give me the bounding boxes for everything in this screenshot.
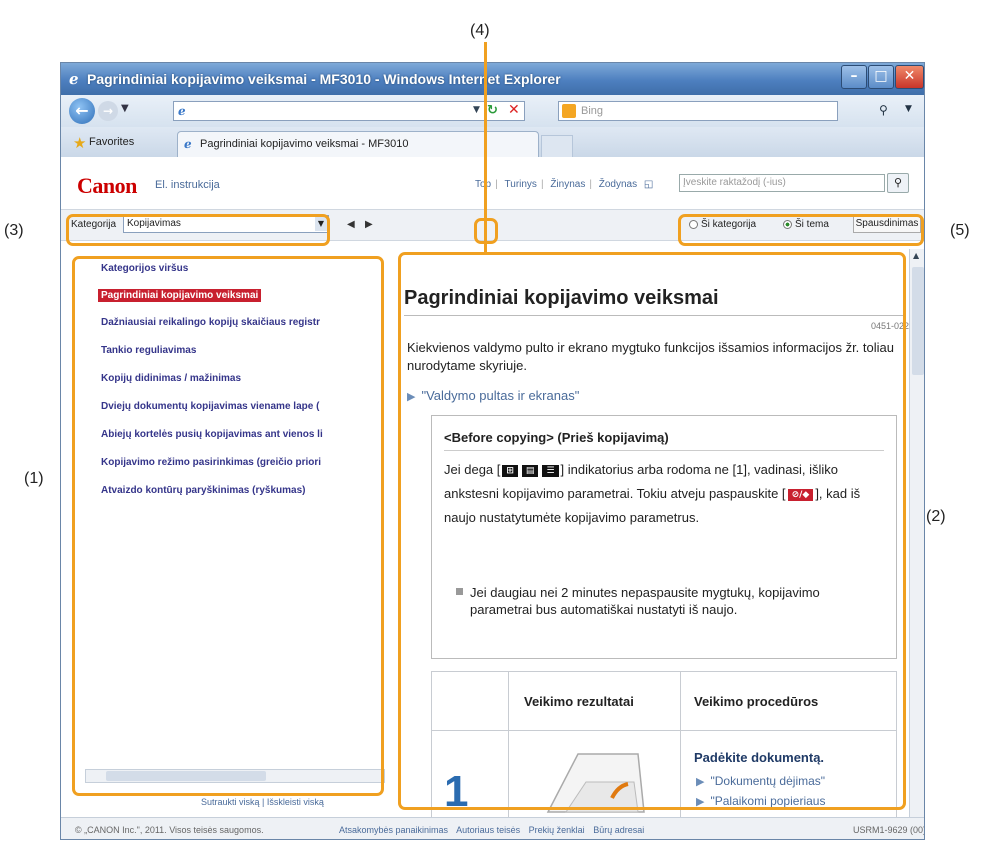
scrollbar-thumb[interactable] [912,267,924,375]
footer-link[interactable]: Atsakomybės panaikinimas [339,825,448,835]
callout-3-box [66,214,330,246]
footer-link[interactable]: Prekių ženklai [529,825,585,835]
bing-icon [562,104,576,118]
page-icon: ℯ [178,104,186,118]
callout-1: (1) [24,470,44,487]
refresh-icon[interactable]: ↻ [487,103,498,118]
external-window-icon: ◱ [643,179,654,190]
ie-icon: ℯ [69,70,79,88]
tree-controls: Sutraukti viską | Išskleisti viską [201,797,324,807]
callout-4: (4) [470,22,490,39]
callout-4-box [474,218,498,244]
close-button[interactable]: ✕ [895,65,924,89]
footer-links: Atsakomybės panaikinimas Autoriaus teisė… [339,825,650,835]
address-dropdown-icon[interactable]: ▼ [473,105,480,115]
callout-2: (2) [926,508,946,525]
search-input[interactable]: Bing [558,101,838,121]
manual-title: El. instrukcija [155,179,220,191]
forward-button[interactable]: → [98,101,118,121]
callout-5-box [678,214,924,246]
callout-1-box [72,256,384,796]
back-button[interactable]: ← [69,98,95,124]
vertical-scrollbar[interactable]: ▲ [909,249,924,817]
callout-3: (3) [4,222,24,239]
next-topic-button[interactable]: ▶ [365,219,373,230]
history-dropdown-icon[interactable]: ▼ [121,103,129,114]
link-help[interactable]: Žinynas [550,179,585,190]
callout-2-box [398,252,906,810]
star-icon[interactable]: ★ [73,134,86,152]
search-dropdown-icon[interactable]: ▼ [905,104,912,114]
tab-page-icon: ℯ [184,137,192,151]
navigation-bar: ← → ▼ ℯ ▼ ↻ ✕ Bing ⚲ ▼ [61,95,924,127]
callout-5: (5) [950,222,970,239]
keyword-search-input[interactable]: Įveskite raktažodį (-ius) [679,174,885,192]
keyword-search-button[interactable]: ⚲ [887,173,909,193]
search-icon[interactable]: ⚲ [879,103,888,117]
expand-all-link[interactable]: Išskleisti viską [267,797,324,807]
top-links: Top| Turinys| Žinynas| Žodynas ◱ [473,179,655,190]
copyright: © „CANON Inc.", 2011. Visos teisės saugo… [75,825,264,835]
footer-link[interactable]: Autoriaus teisės [456,825,520,835]
tab-label: Pagrindiniai kopijavimo veiksmai - MF301… [200,138,409,150]
prev-topic-button[interactable]: ◀ [347,219,355,230]
scroll-up-icon[interactable]: ▲ [913,251,919,260]
link-contents[interactable]: Turinys [505,179,537,190]
favorites-button[interactable]: Favorites [89,136,134,148]
footer-link[interactable]: Būrų adresai [593,825,644,835]
window-title: Pagrindiniai kopijavimo veiksmai - MF301… [87,71,561,87]
document-code: USRM1-9629 (00) [853,825,925,835]
title-bar[interactable]: ℯ Pagrindiniai kopijavimo veiksmai - MF3… [61,63,924,95]
status-bar: © „CANON Inc.", 2011. Visos teisės saugo… [61,817,925,839]
favorites-bar: ★ Favorites ℯ Pagrindiniai kopijavimo ve… [61,127,924,157]
stop-icon[interactable]: ✕ [508,102,520,118]
new-tab-button[interactable] [541,135,573,157]
link-glossary[interactable]: Žodynas [599,179,637,190]
maximize-button[interactable]: □ [868,65,894,89]
canon-logo: Canon [77,173,137,198]
minimize-button[interactable]: – [841,65,867,89]
collapse-all-link[interactable]: Sutraukti viską [201,797,260,807]
